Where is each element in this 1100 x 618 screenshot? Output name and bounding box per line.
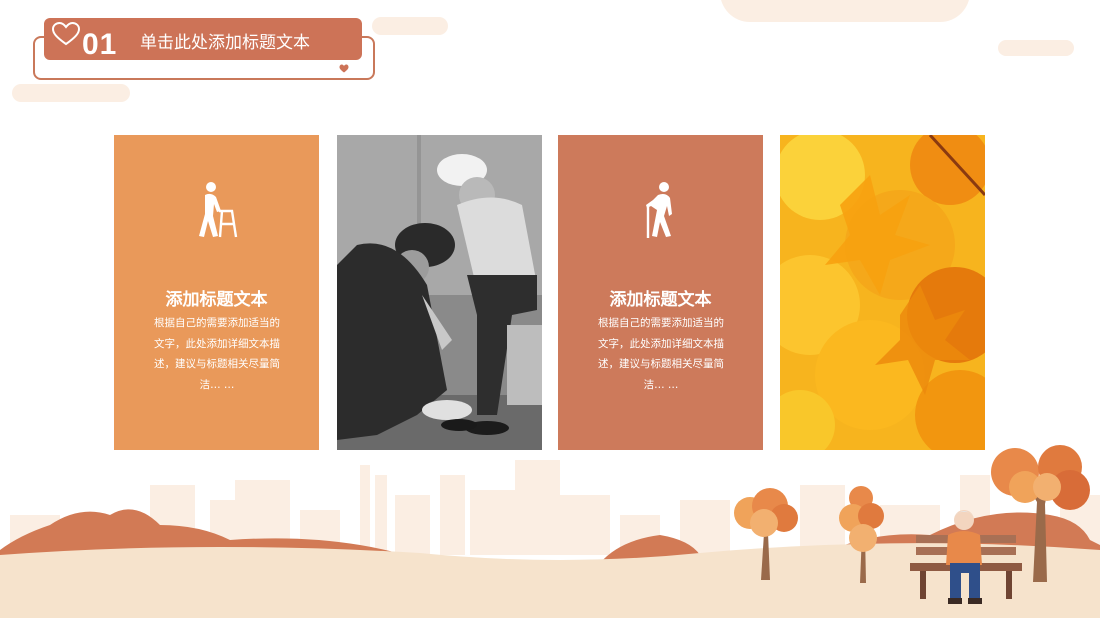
card-text-2[interactable]: 添加标题文本 根据自己的需要添加适当的文字，此处添加详细文本描述，建议与标题相关… xyxy=(558,135,763,450)
photo-illustration xyxy=(337,135,542,450)
photo-illustration xyxy=(780,135,985,450)
elderly-on-bench-illustration xyxy=(910,510,1022,604)
tree-illustration xyxy=(734,488,798,580)
heart-icon xyxy=(339,64,349,73)
section-number: 01 xyxy=(82,28,118,61)
heart-outline-icon xyxy=(52,22,80,46)
card-text-1[interactable]: 添加标题文本 根据自己的需要添加适当的文字，此处添加详细文本描述，建议与标题相关… xyxy=(114,135,319,450)
card-title: 添加标题文本 xyxy=(609,290,712,310)
card-title: 添加标题文本 xyxy=(165,290,268,310)
card-description: 根据自己的需要添加适当的文字，此处添加详细文本描述，建议与标题相关尽量简洁… … xyxy=(154,317,280,391)
autumn-leaves-photo xyxy=(780,135,985,450)
cloud xyxy=(372,17,448,35)
card-description: 根据自己的需要添加适当的文字，此处添加详细文本描述，建议与标题相关尽量简洁… … xyxy=(598,317,724,391)
elderly-cane-icon xyxy=(645,182,672,238)
cloud xyxy=(998,40,1074,56)
page-title[interactable]: 单击此处添加标题文本 xyxy=(140,28,310,53)
tree-illustration xyxy=(839,486,884,583)
elderly-couple-photo xyxy=(337,135,542,450)
elderly-walker-icon xyxy=(198,182,237,238)
cloud xyxy=(720,0,970,22)
cloud xyxy=(12,84,130,102)
